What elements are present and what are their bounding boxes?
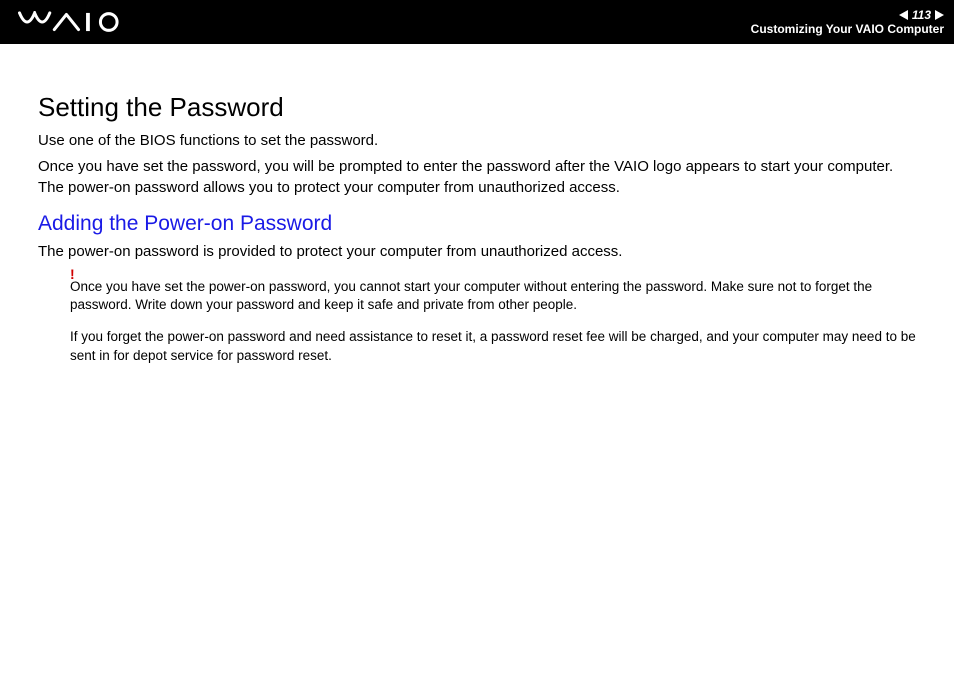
header-bar: 113 Customizing Your VAIO Computer xyxy=(0,0,954,44)
content-area: Setting the Password Use one of the BIOS… xyxy=(0,44,954,365)
nav-arrow-right-icon[interactable] xyxy=(935,10,944,20)
section-intro: The power-on password is provided to pro… xyxy=(38,242,916,262)
warning-icon: ! xyxy=(70,266,75,282)
section-title: Adding the Power-on Password xyxy=(38,212,916,236)
header-right: 113 Customizing Your VAIO Computer xyxy=(751,8,944,36)
warning-text: Once you have set the power-on password,… xyxy=(70,278,916,314)
page-title: Setting the Password xyxy=(38,92,916,123)
vaio-logo xyxy=(18,11,139,33)
note-block: If you forget the power-on password and … xyxy=(38,328,916,364)
note-text: If you forget the power-on password and … xyxy=(70,328,916,364)
warning-block: ! Once you have set the power-on passwor… xyxy=(38,278,916,314)
intro-paragraph-1: Use one of the BIOS functions to set the… xyxy=(38,131,916,151)
intro-paragraph-2: Once you have set the password, you will… xyxy=(38,157,916,198)
page-nav: 113 xyxy=(899,8,944,22)
page-number: 113 xyxy=(912,8,931,22)
nav-arrow-left-icon[interactable] xyxy=(899,10,908,20)
breadcrumb: Customizing Your VAIO Computer xyxy=(751,22,944,36)
